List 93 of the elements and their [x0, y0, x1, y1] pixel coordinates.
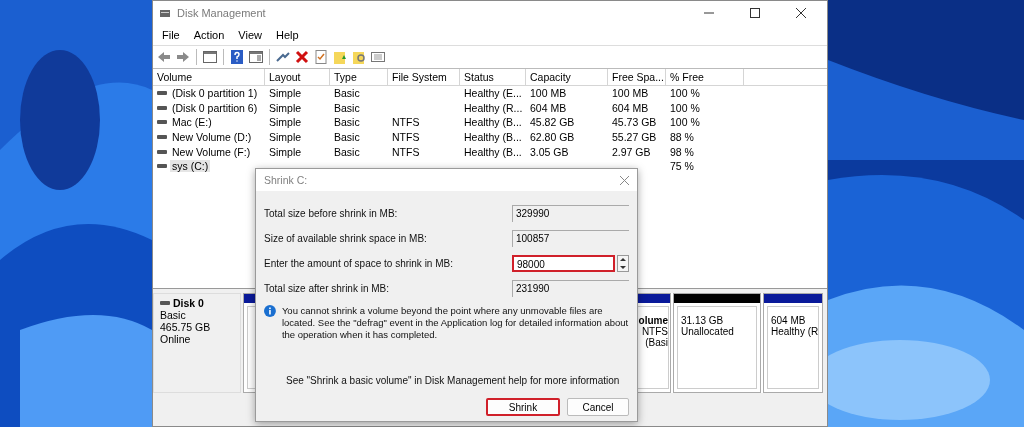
menu-item[interactable]: View [231, 29, 269, 41]
table-cell: 100 MB [612, 87, 649, 100]
column-header[interactable]: % Free [666, 69, 744, 85]
table-cell: Healthy (B... [464, 116, 522, 129]
info-icon [264, 305, 276, 317]
table-cell: Healthy (B... [464, 145, 522, 158]
table-cell: 604 MB [612, 101, 649, 114]
disk-status: Online [160, 333, 192, 345]
table-cell: 88 % [670, 131, 694, 144]
column-header[interactable]: File System [388, 69, 460, 85]
volume-name[interactable]: New Volume (D:) [170, 131, 254, 144]
panel-icon[interactable] [202, 49, 218, 65]
table-cell: NTFS [392, 145, 420, 158]
table-cell: Basic [334, 145, 360, 158]
table-cell: 604 MB [530, 101, 567, 114]
volume-name[interactable]: New Volume (F:) [170, 145, 253, 158]
column-header[interactable]: Capacity [526, 69, 608, 85]
value-field: 231990 [512, 280, 629, 297]
volume-name[interactable]: sys (C:) [170, 160, 211, 173]
table-cell: NTFS [392, 131, 420, 144]
table-cell: 98 % [670, 145, 694, 158]
window-title: Disk Management [177, 7, 267, 19]
column-header[interactable]: Layout [265, 69, 330, 85]
field-label: Total size before shrink in MB: [264, 208, 399, 219]
table-cell: 2.97 GB [612, 145, 651, 158]
menu-item[interactable]: Action [186, 29, 232, 41]
table-cell: Simple [269, 87, 302, 100]
volume-name[interactable]: Mac (E:) [170, 116, 214, 129]
table-cell: 100 % [670, 101, 700, 114]
table-cell: 100 MB [530, 87, 567, 100]
table-cell: Basic [334, 116, 360, 129]
table-cell: Simple [269, 101, 302, 114]
maximize-icon[interactable] [750, 8, 760, 18]
table-cell: NTFS [392, 116, 420, 129]
partition-text: NTFS [641, 326, 668, 337]
folder-search-icon[interactable] [351, 49, 367, 65]
table-cell: Healthy (B... [464, 131, 522, 144]
menu-item[interactable]: Help [268, 29, 306, 41]
column-header[interactable]: Volume [153, 69, 265, 85]
table-cell: Healthy (R... [464, 101, 523, 114]
table-cell: 75 % [670, 160, 694, 173]
disk-name: Disk 0 [173, 297, 204, 309]
dialog-title: Shrink C: [264, 174, 309, 186]
table-cell: 55.27 GB [612, 131, 657, 144]
table-cell: 45.82 GB [530, 116, 575, 129]
table-cell: Healthy (E... [464, 87, 522, 100]
checklist-icon[interactable] [313, 49, 329, 65]
volume-name[interactable]: (Disk 0 partition 1) [170, 87, 260, 100]
panel-icon[interactable] [248, 49, 264, 65]
back-arrow-icon[interactable] [156, 49, 172, 65]
delete-icon[interactable] [294, 49, 310, 65]
partition-text: 604 MB [771, 315, 806, 326]
shrink-button[interactable]: Shrink [486, 398, 560, 416]
partition-text: Unallocated [681, 326, 734, 337]
table-cell: 100 % [670, 87, 700, 100]
partition-block[interactable]: 604 MB Healthy (R [763, 293, 823, 393]
field-label: Size of available shrink space in MB: [264, 233, 428, 244]
column-header[interactable]: Status [460, 69, 526, 85]
value-field: 329990 [512, 205, 629, 222]
field-label: Enter the amount of space to shrink in MB: [264, 258, 454, 269]
table-cell: Basic [334, 131, 360, 144]
close-icon[interactable] [796, 8, 806, 18]
partition-block[interactable]: 31.13 GB Unallocated [673, 293, 761, 393]
cancel-button[interactable]: Cancel [567, 398, 629, 416]
table-cell: 100 % [670, 116, 700, 129]
forward-arrow-icon[interactable] [175, 49, 191, 65]
list-icon[interactable] [370, 49, 386, 65]
partition-text: Healthy (R [771, 326, 819, 337]
table-cell: Simple [269, 116, 302, 129]
table-cell: Simple [269, 131, 302, 144]
table-cell: 45.73 GB [612, 116, 657, 129]
column-header[interactable]: Free Spa... [608, 69, 666, 85]
spin-buttons[interactable] [617, 255, 629, 272]
table-cell: 3.05 GB [530, 145, 569, 158]
volume-name[interactable]: (Disk 0 partition 6) [170, 101, 260, 114]
table-cell: Basic [334, 87, 360, 100]
folder-icon[interactable] [332, 49, 348, 65]
help-note: See "Shrink a basic volume" in Disk Management help for more information [286, 375, 621, 386]
field-label: Total size after shrink in MB: [264, 283, 391, 294]
partition-text: (Basi [645, 337, 668, 348]
partition-text: olume [638, 315, 668, 326]
menu-item[interactable]: File [155, 29, 187, 41]
input-field[interactable]: 98000 [512, 255, 615, 272]
disk-size: 465.75 GB [160, 321, 212, 333]
help-icon[interactable] [229, 49, 245, 65]
table-cell: 62.80 GB [530, 131, 575, 144]
partition-text: 31.13 GB [681, 315, 724, 326]
column-header[interactable]: Type [330, 69, 388, 85]
value-field: 100857 [512, 230, 629, 247]
table-cell: Basic [334, 101, 360, 114]
disk-type: Basic [160, 309, 187, 321]
partition-header-bar [764, 294, 822, 303]
table-cell: Simple [269, 145, 302, 158]
